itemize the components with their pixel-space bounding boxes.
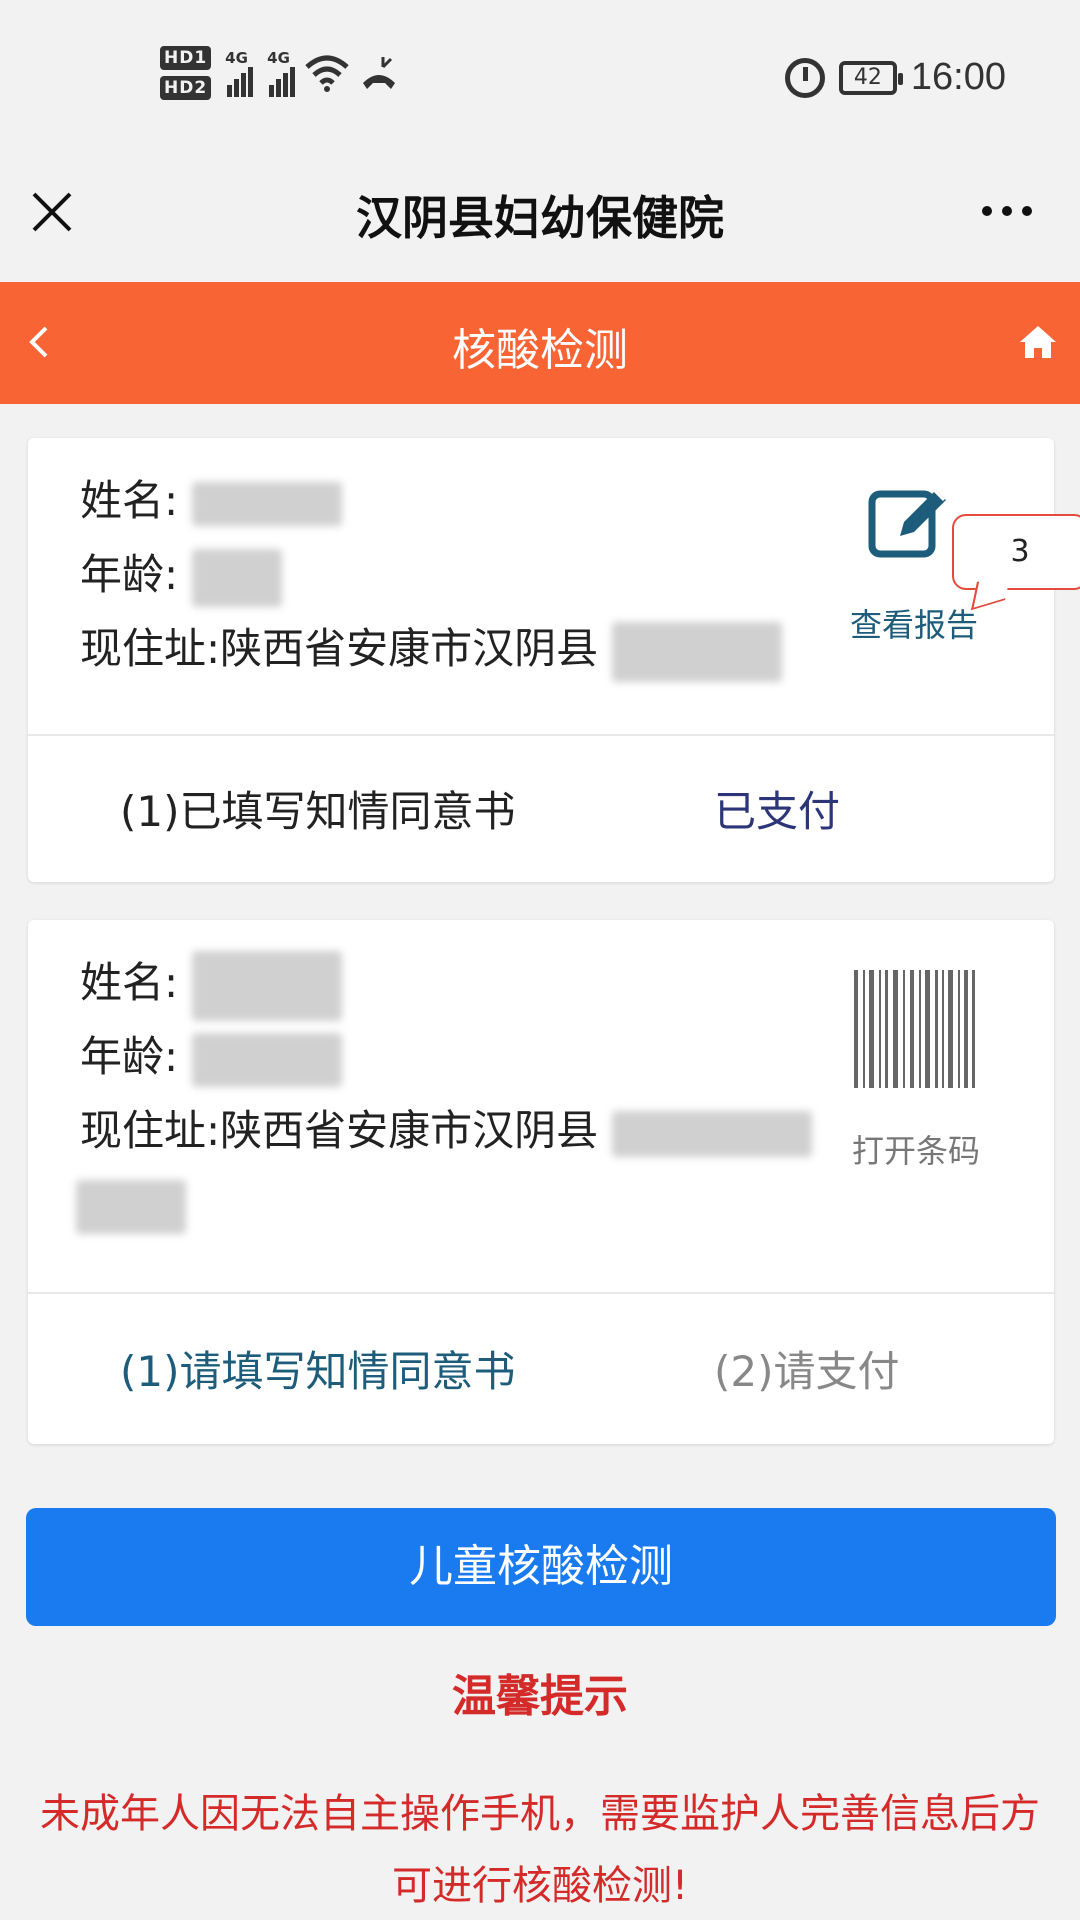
more-icon[interactable]	[982, 206, 1032, 216]
view-report-link[interactable]: 查看报告	[850, 600, 978, 646]
divider	[28, 1292, 1054, 1294]
record-info: 姓名: 年龄: 现住址:陕西省安康市汉阴县	[80, 464, 782, 686]
status-left: HD1 HD2 4G 4G	[160, 46, 399, 100]
address-value-redacted	[611, 1110, 812, 1157]
divider	[28, 734, 1054, 736]
page-title: 汉阴县妇幼保健院	[356, 191, 724, 245]
address-value-redacted	[611, 621, 782, 682]
payment-link[interactable]: (2)请支付	[714, 1338, 900, 1399]
wifi-icon	[305, 55, 349, 92]
signal-icon-2: 4G	[267, 49, 296, 97]
barcode-icon[interactable]	[852, 970, 978, 1088]
home-icon[interactable]	[1018, 322, 1058, 362]
name-label: 姓名:	[80, 476, 179, 525]
name-value-redacted	[191, 481, 342, 526]
age-label: 年龄:	[80, 1032, 179, 1081]
clock: 16:00	[910, 56, 1006, 98]
child-test-button[interactable]: 儿童核酸检测	[26, 1508, 1056, 1626]
title-bar: 汉阴县妇幼保健院	[0, 168, 1080, 280]
section-title: 核酸检测	[452, 325, 628, 376]
tip-title: 温馨提示	[452, 1671, 628, 1722]
section-header: 核酸检测	[0, 282, 1080, 404]
age-value-redacted	[191, 1032, 342, 1087]
count-badge: 3	[952, 514, 1080, 590]
address-continued-redacted	[76, 1180, 186, 1234]
name-label: 姓名:	[80, 958, 179, 1007]
edit-report-icon[interactable]	[866, 480, 948, 562]
record-card: 姓名: 年龄: 现住址:陕西省安康市汉阴县 打开条码 (1)请填写知情同意书 (…	[28, 920, 1054, 1444]
consent-link[interactable]: (1)请填写知情同意书	[120, 1338, 516, 1399]
status-right: 42 16:00	[784, 56, 1006, 99]
call-icon	[363, 57, 396, 89]
status-bar: HD1 HD2 4G 4G 42 16:00	[0, 0, 1080, 168]
hd1-badge: HD1	[160, 46, 212, 70]
open-barcode-link[interactable]: 打开条码	[852, 1126, 980, 1172]
tip-text: 未成年人因无法自主操作手机，需要监护人完善信息后方可进行核酸检测!	[40, 1791, 1040, 1909]
battery-icon: 42	[838, 60, 903, 95]
address-label: 现住址:陕西省安康市汉阴县	[80, 624, 599, 673]
record-card: 姓名: 年龄: 现住址:陕西省安康市汉阴县 查看报告 3 (1)已填写知情同意书…	[28, 438, 1080, 882]
name-value-redacted	[191, 950, 342, 1021]
age-label: 年龄:	[80, 550, 179, 599]
payment-status: 已支付	[714, 787, 841, 836]
signal-icon: 4G	[225, 49, 254, 97]
address-label: 现住址:陕西省安康市汉阴县	[80, 1106, 599, 1155]
hd2-badge: HD2	[160, 76, 212, 100]
alarm-icon	[784, 57, 825, 98]
age-value-redacted	[191, 548, 282, 607]
record-info: 姓名: 年龄: 现住址:陕西省安康市汉阴县	[80, 946, 812, 1168]
consent-status[interactable]: (1)已填写知情同意书	[120, 778, 516, 839]
